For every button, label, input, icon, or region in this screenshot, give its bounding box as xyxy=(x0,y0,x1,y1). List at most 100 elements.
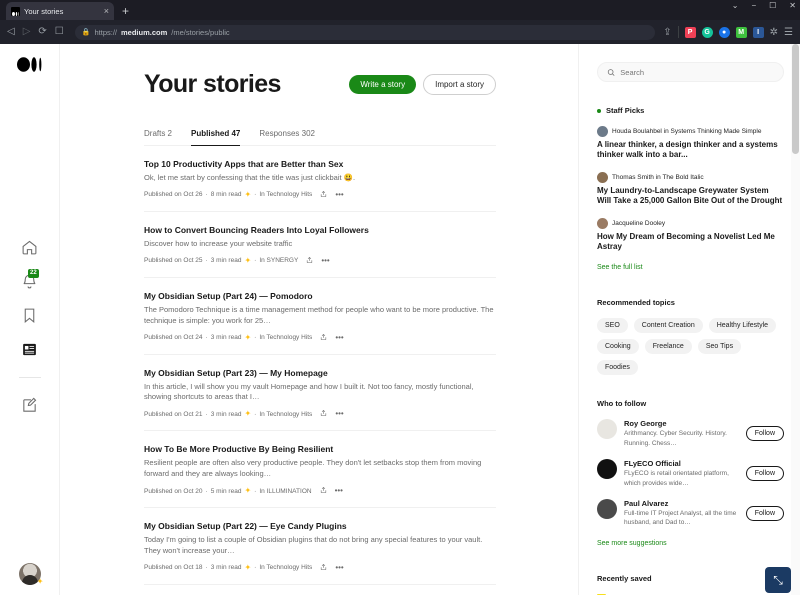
pocket-extension-icon[interactable]: P xyxy=(684,26,696,38)
story-publication[interactable]: In Technology Hits xyxy=(259,411,312,418)
story-publication[interactable]: In Technology Hits xyxy=(259,564,312,571)
sidebar-item-write[interactable] xyxy=(21,397,38,414)
story-title[interactable]: How To Be More Productive By Being Resil… xyxy=(144,444,496,454)
share-story-icon[interactable] xyxy=(320,486,327,496)
story-more-options-icon[interactable]: ••• xyxy=(335,563,343,572)
story-published-date[interactable]: Published on Oct 25 xyxy=(144,257,203,264)
scrollbar-thumb[interactable] xyxy=(792,44,799,154)
bookmark-icon[interactable]: ☐ xyxy=(55,27,64,37)
search-input[interactable] xyxy=(620,67,774,77)
story-row: How To Be More Productive By Being Resil… xyxy=(144,431,496,508)
meta-sep: · xyxy=(254,191,257,199)
sidebar-item-bookmarks[interactable] xyxy=(21,307,38,324)
story-title[interactable]: My Obsidian Setup (Part 22) — Eye Candy … xyxy=(144,521,496,531)
person-name[interactable]: FLyECO Official xyxy=(624,459,739,468)
story-meta: Published on Oct 25 · 3 min read ✦ · In SYNER… xyxy=(144,256,496,266)
follow-button[interactable]: Follow xyxy=(745,505,784,521)
write-a-story-button[interactable]: Write a story xyxy=(349,75,417,94)
left-nav-rail: 22 ✦ xyxy=(0,44,60,595)
sidebar-item-notifications[interactable]: 22 xyxy=(21,269,39,290)
staff-pick-title[interactable]: How My Dream of Becoming a Novelist Led … xyxy=(597,232,784,253)
sidebar-item-stories[interactable] xyxy=(21,341,38,358)
resize-widget-button[interactable]: ⤡ xyxy=(765,567,791,593)
share-story-icon[interactable] xyxy=(320,333,327,343)
close-window-icon[interactable]: ✕ xyxy=(789,1,796,10)
story-publication[interactable]: In Technology Hits xyxy=(259,334,312,341)
medium-logo[interactable] xyxy=(16,56,43,72)
staff-pick-title[interactable]: A linear thinker, a design thinker and a… xyxy=(597,140,784,161)
topic-chip[interactable]: Foodies xyxy=(597,360,638,376)
search-box[interactable] xyxy=(597,62,784,82)
story-published-date[interactable]: Published on Oct 21 xyxy=(144,411,203,418)
follow-suggestion-row: Paul Alvarez Full-time IT Project Analyst… xyxy=(597,499,784,528)
story-published-date[interactable]: Published on Oct 20 xyxy=(144,488,203,495)
story-row: How to Convert Bouncing Readers Into Loy… xyxy=(144,212,496,278)
grammarly-extension-icon[interactable]: G xyxy=(701,26,713,38)
share-icon[interactable]: ⇪ xyxy=(663,27,671,38)
share-story-icon[interactable] xyxy=(306,256,313,266)
recently-saved-section: Recently saved JSWesley Smits in JavaScr… xyxy=(597,574,784,595)
who-to-follow-heading: Who to follow xyxy=(597,399,647,409)
recommended-topics-section: Recommended topics SEO Content Creation He… xyxy=(597,298,784,376)
browser-menu-icon[interactable]: ☰ xyxy=(784,27,793,38)
staff-pick-byline[interactable]: Jacqueline Dooley xyxy=(612,220,665,227)
topic-chip[interactable]: Cooking xyxy=(597,339,639,355)
forward-icon[interactable]: ▷ xyxy=(23,27,31,37)
minimize-icon[interactable]: − xyxy=(751,1,756,10)
person-name[interactable]: Roy George xyxy=(624,419,739,428)
follow-button[interactable]: Follow xyxy=(745,426,784,442)
share-story-icon[interactable] xyxy=(320,409,327,419)
follow-button[interactable]: Follow xyxy=(745,466,784,482)
story-title[interactable]: Top 10 Productivity Apps that are Better… xyxy=(144,159,496,169)
story-published-date[interactable]: Published on Oct 26 xyxy=(144,191,203,198)
adblock-extension-icon[interactable]: ● xyxy=(718,26,730,38)
story-more-options-icon[interactable]: ••• xyxy=(335,410,343,418)
story-more-options-icon[interactable]: ••• xyxy=(335,190,343,199)
import-a-story-button[interactable]: Import a story xyxy=(423,74,496,95)
topic-chip[interactable]: Healthy Lifestyle xyxy=(708,318,777,334)
instapaper-extension-icon[interactable]: I xyxy=(752,26,764,38)
reload-icon[interactable]: ⟳ xyxy=(38,27,46,37)
topic-chip[interactable]: SEO xyxy=(597,318,628,334)
staff-pick-byline[interactable]: Thomas Smith in The Bold Italic xyxy=(612,174,704,181)
staff-pick-title[interactable]: My Laundry-to-Landscape Greywater System… xyxy=(597,186,784,207)
tab-close-icon[interactable]: × xyxy=(104,6,109,16)
person-name[interactable]: Paul Alvarez xyxy=(624,499,739,508)
see-more-suggestions-link[interactable]: See more suggestions xyxy=(597,540,667,547)
story-title[interactable]: My Obsidian Setup (Part 24) — Pomodoro xyxy=(144,291,496,301)
back-icon[interactable]: ◁ xyxy=(7,27,15,37)
tab-drafts[interactable]: Drafts 2 xyxy=(144,129,172,146)
tab-responses[interactable]: Responses 302 xyxy=(259,129,315,146)
story-published-date[interactable]: Published on Oct 24 xyxy=(144,334,203,341)
story-publication[interactable]: In ILLUMINATION xyxy=(259,488,311,495)
topic-chip[interactable]: Seo Tips xyxy=(697,339,742,355)
story-more-options-icon[interactable]: ••• xyxy=(335,333,343,342)
see-full-list-link[interactable]: See the full list xyxy=(597,264,643,271)
page-scrollbar[interactable] xyxy=(791,44,800,595)
extensions-puzzle-icon[interactable]: ✲ xyxy=(770,27,778,38)
stories-tabs: Drafts 2 Published 47 Responses 302 xyxy=(144,129,496,146)
story-published-date[interactable]: Published on Oct 18 xyxy=(144,564,203,571)
story-more-options-icon[interactable]: ••• xyxy=(335,487,343,495)
maximize-icon[interactable]: ☐ xyxy=(769,1,776,10)
sidebar-item-home[interactable] xyxy=(21,239,38,256)
story-title[interactable]: My Obsidian Setup (Part 23) — My Homepag… xyxy=(144,368,496,378)
staff-pick-byline[interactable]: Houda Boulahbel in Systems Thinking Made… xyxy=(612,128,761,135)
staff-picks-header: Staff Picks xyxy=(597,106,784,115)
address-bar[interactable]: 🔒 https:// medium.com/me/stories/public xyxy=(74,24,656,40)
topic-chip[interactable]: Content Creation xyxy=(633,318,703,334)
topic-chip[interactable]: Freelance xyxy=(644,339,692,355)
share-story-icon[interactable] xyxy=(320,563,327,573)
user-avatar[interactable]: ✦ xyxy=(18,563,44,586)
medium-extension-icon[interactable]: M xyxy=(735,26,747,38)
browser-tab[interactable]: Your stories × xyxy=(6,2,114,20)
new-tab-button[interactable]: + xyxy=(122,4,129,18)
tab-published[interactable]: Published 47 xyxy=(191,129,241,146)
story-publication[interactable]: In SYNERGY xyxy=(259,257,298,264)
story-more-options-icon[interactable]: ••• xyxy=(321,256,329,265)
story-publication[interactable]: In Technology Hits xyxy=(259,191,312,198)
share-story-icon[interactable] xyxy=(320,190,327,200)
member-star-icon: ✦ xyxy=(36,577,44,586)
story-title[interactable]: How to Convert Bouncing Readers Into Loy… xyxy=(144,225,496,235)
tab-list-icon[interactable]: ⌄ xyxy=(732,1,739,10)
